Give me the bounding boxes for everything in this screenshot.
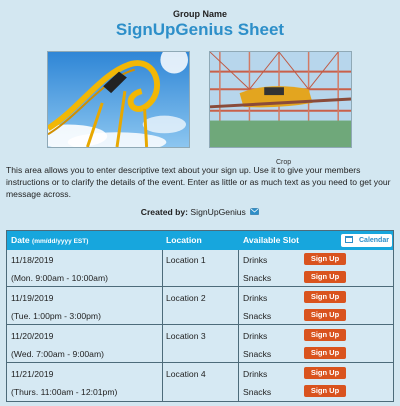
slot-item: Drinks <box>243 369 268 379</box>
sign-up-button[interactable]: Sign Up <box>304 253 346 265</box>
slot-date: 11/21/2019 <box>11 369 54 379</box>
slot-location: Location 3 <box>166 331 206 341</box>
slot-time: (Thurs. 11:00am - 12:01pm) <box>11 387 118 397</box>
slot-column-header: Available Slot <box>243 235 300 245</box>
signup-table: Date (mm/dd/yyyy EST) Location Available… <box>6 230 394 402</box>
table-row: 11/20/2019 (Wed. 7:00am - 9:00am) Location… <box>7 326 393 363</box>
slot-item: Snacks <box>243 349 272 359</box>
slot-location: Location 4 <box>166 369 206 379</box>
slot-time: (Tue. 1:00pm - 3:00pm) <box>11 311 101 321</box>
slot-item: Drinks <box>243 255 268 265</box>
calendar-button[interactable]: Calendar <box>341 234 392 247</box>
sign-up-button[interactable]: Sign Up <box>304 367 346 379</box>
table-row: 11/18/2019 (Mon. 9:00am - 10:00am) Locatio… <box>7 250 393 287</box>
roller-coaster-photo <box>47 51 190 148</box>
table-row: 11/19/2019 (Tue. 1:00pm - 3:00pm) Location… <box>7 288 393 325</box>
table-row: 11/21/2019 (Thurs. 11:00am - 12:01pm) Loca… <box>7 364 393 401</box>
sign-up-button[interactable]: Sign Up <box>304 309 346 321</box>
sign-up-button[interactable]: Sign Up <box>304 347 346 359</box>
slot-location: Location 1 <box>166 255 206 265</box>
group-name: Group Name <box>172 9 227 19</box>
sheet-title: SignUpGenius Sheet <box>115 20 285 39</box>
slot-date: 11/18/2019 <box>11 255 54 265</box>
sign-up-button[interactable]: Sign Up <box>304 385 346 397</box>
slot-item: Drinks <box>243 331 268 341</box>
slot-location: Location 2 <box>166 293 206 303</box>
slot-date: 11/19/2019 <box>11 293 54 303</box>
calendar-icon <box>345 236 353 243</box>
created-by: Created by: SignUpGenius <box>0 207 400 217</box>
date-column-header: Date (mm/dd/yyyy EST) <box>11 235 89 245</box>
sign-up-button[interactable]: Sign Up <box>304 271 346 283</box>
location-column-header: Location <box>166 235 202 245</box>
slot-time: (Wed. 7:00am - 9:00am) <box>11 349 104 359</box>
slot-time: (Mon. 9:00am - 10:00am) <box>11 273 108 283</box>
sign-up-button[interactable]: Sign Up <box>304 291 346 303</box>
created-by-label: Created by: <box>140 207 189 217</box>
date-format-hint: (mm/dd/yyyy EST) <box>32 238 89 245</box>
ride-car-photo <box>209 51 352 148</box>
sheet-description: This area allows you to enter descriptiv… <box>6 165 391 199</box>
creator-name[interactable]: SignUpGenius <box>190 207 245 217</box>
slot-item: Drinks <box>243 293 268 303</box>
slot-item: Snacks <box>243 387 272 397</box>
sign-up-button[interactable]: Sign Up <box>304 329 346 341</box>
slot-item: Snacks <box>243 311 272 321</box>
mail-icon[interactable] <box>250 208 260 215</box>
signup-sheet-page: Group Name SignUpGenius Sheet Crop This … <box>0 0 400 406</box>
table-header: Date (mm/dd/yyyy EST) Location Available… <box>7 231 393 250</box>
slot-date: 11/20/2019 <box>11 331 54 341</box>
slot-item: Snacks <box>243 273 272 283</box>
